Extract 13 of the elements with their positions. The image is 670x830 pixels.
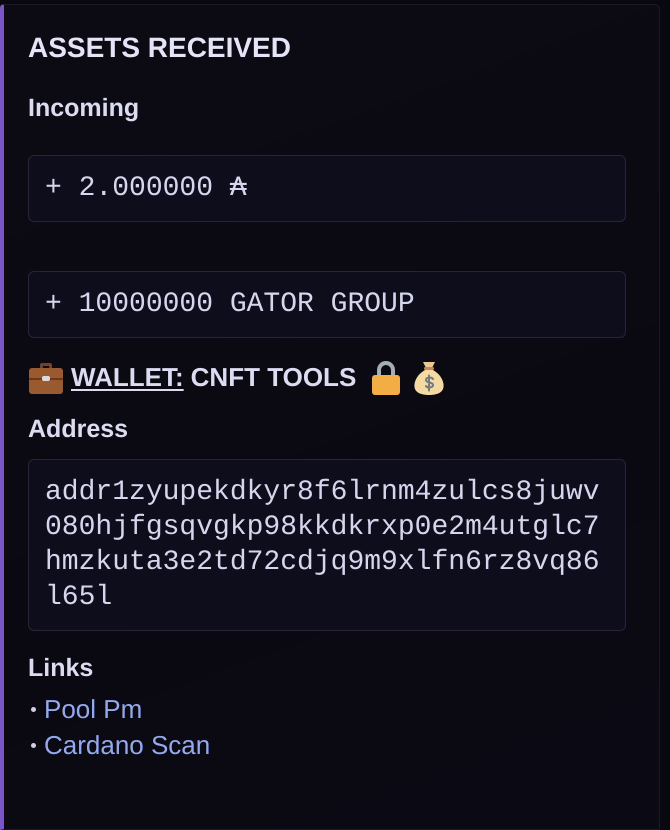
code-block: + 10000000 GATOR GROUP: [28, 271, 626, 338]
link[interactable]: Pool Pm: [44, 694, 142, 724]
code-block: + 2.000000 ₳: [28, 155, 626, 222]
bullet-icon: [31, 742, 36, 748]
link[interactable]: Cardano Scan: [44, 730, 210, 760]
bullet-icon: [31, 706, 36, 712]
embed-title: ASSETS RECEIVED: [28, 31, 291, 65]
field-name: Incoming: [28, 93, 140, 123]
wallet-link[interactable]: WALLET:: [71, 362, 184, 392]
field-name: Links: [28, 653, 94, 683]
wallet-name: CNFT TOOLS: [190, 362, 356, 392]
address-code-block: addr1zyupekdkyr8f6lrnm4zulcs8juwv080hjfgsqvgkp98kkdkrxp0e2m4utglc7hmzkuta3e2td72cdjq9m9xlfn6rz8vq86l65l: [28, 459, 626, 631]
field-name: Address: [28, 414, 128, 444]
